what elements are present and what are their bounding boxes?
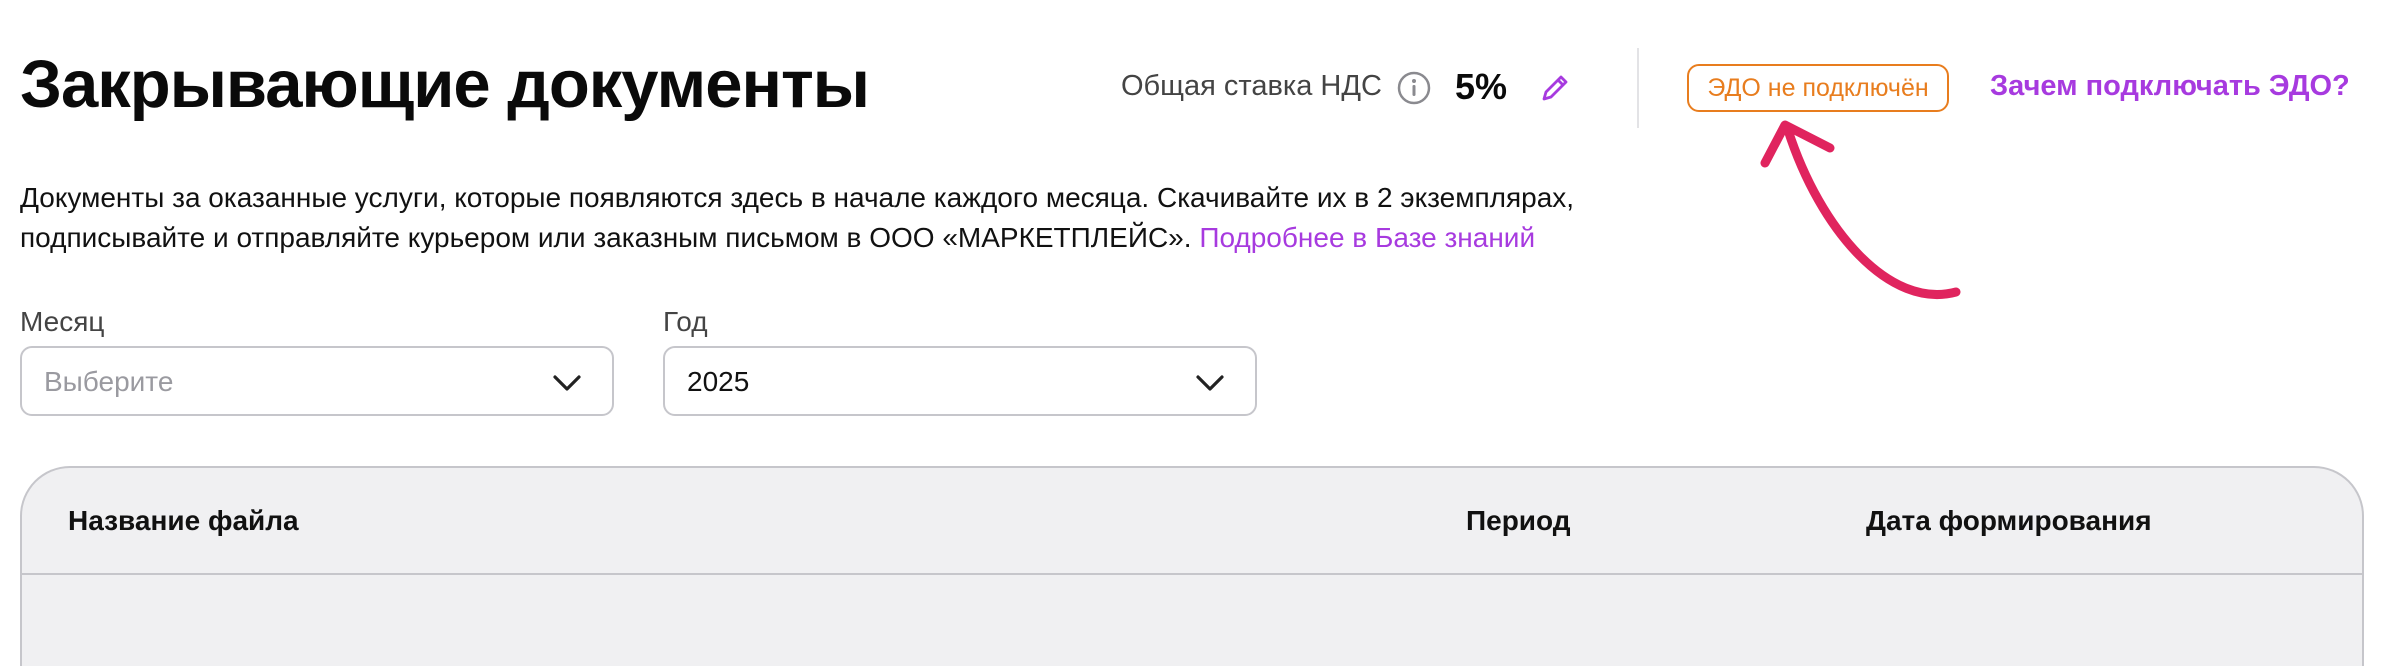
table-header: [20, 466, 2364, 666]
column-header-filename[interactable]: Название файла: [68, 505, 299, 537]
knowledge-base-link[interactable]: Подробнее в Базе знаний: [1199, 222, 1535, 253]
month-label: Месяц: [20, 306, 105, 337]
edo-why-link[interactable]: Зачем подключать ЭДО?: [1990, 70, 2350, 103]
page-title: Закрывающие документы: [20, 47, 870, 122]
year-select[interactable]: 2025: [663, 346, 1257, 416]
column-header-date[interactable]: Дата формирования: [1866, 505, 2152, 537]
annotation-arrow: [1760, 120, 1961, 299]
vat-rate-label: Общая ставка НДС: [1121, 70, 1382, 102]
year-select-value: 2025: [687, 366, 750, 397]
chevron-down-icon: [553, 375, 581, 391]
table-header-divider: [20, 573, 2364, 575]
pencil-icon[interactable]: [1538, 71, 1572, 105]
description-line-2-text: подписывайте и отправляйте курьером или …: [20, 222, 1192, 253]
chevron-down-icon: [1196, 375, 1224, 391]
column-header-period[interactable]: Период: [1466, 505, 1571, 537]
edo-status-text: ЭДО не подключён: [1707, 73, 1929, 102]
month-select-placeholder: Выберите: [44, 366, 174, 397]
page-description: Документы за оказанные услуги, которые п…: [20, 178, 1574, 258]
year-label: Год: [663, 306, 708, 337]
header-divider: [1637, 48, 1639, 128]
vat-rate-value: 5%: [1455, 66, 1508, 107]
info-icon[interactable]: [1396, 70, 1432, 106]
month-select[interactable]: Выберите: [20, 346, 614, 416]
description-line-1: Документы за оказанные услуги, которые п…: [20, 182, 1575, 213]
edo-status-badge: ЭДО не подключён: [1687, 64, 1949, 112]
description-line-2: подписывайте и отправляйте курьером или …: [20, 218, 1574, 258]
